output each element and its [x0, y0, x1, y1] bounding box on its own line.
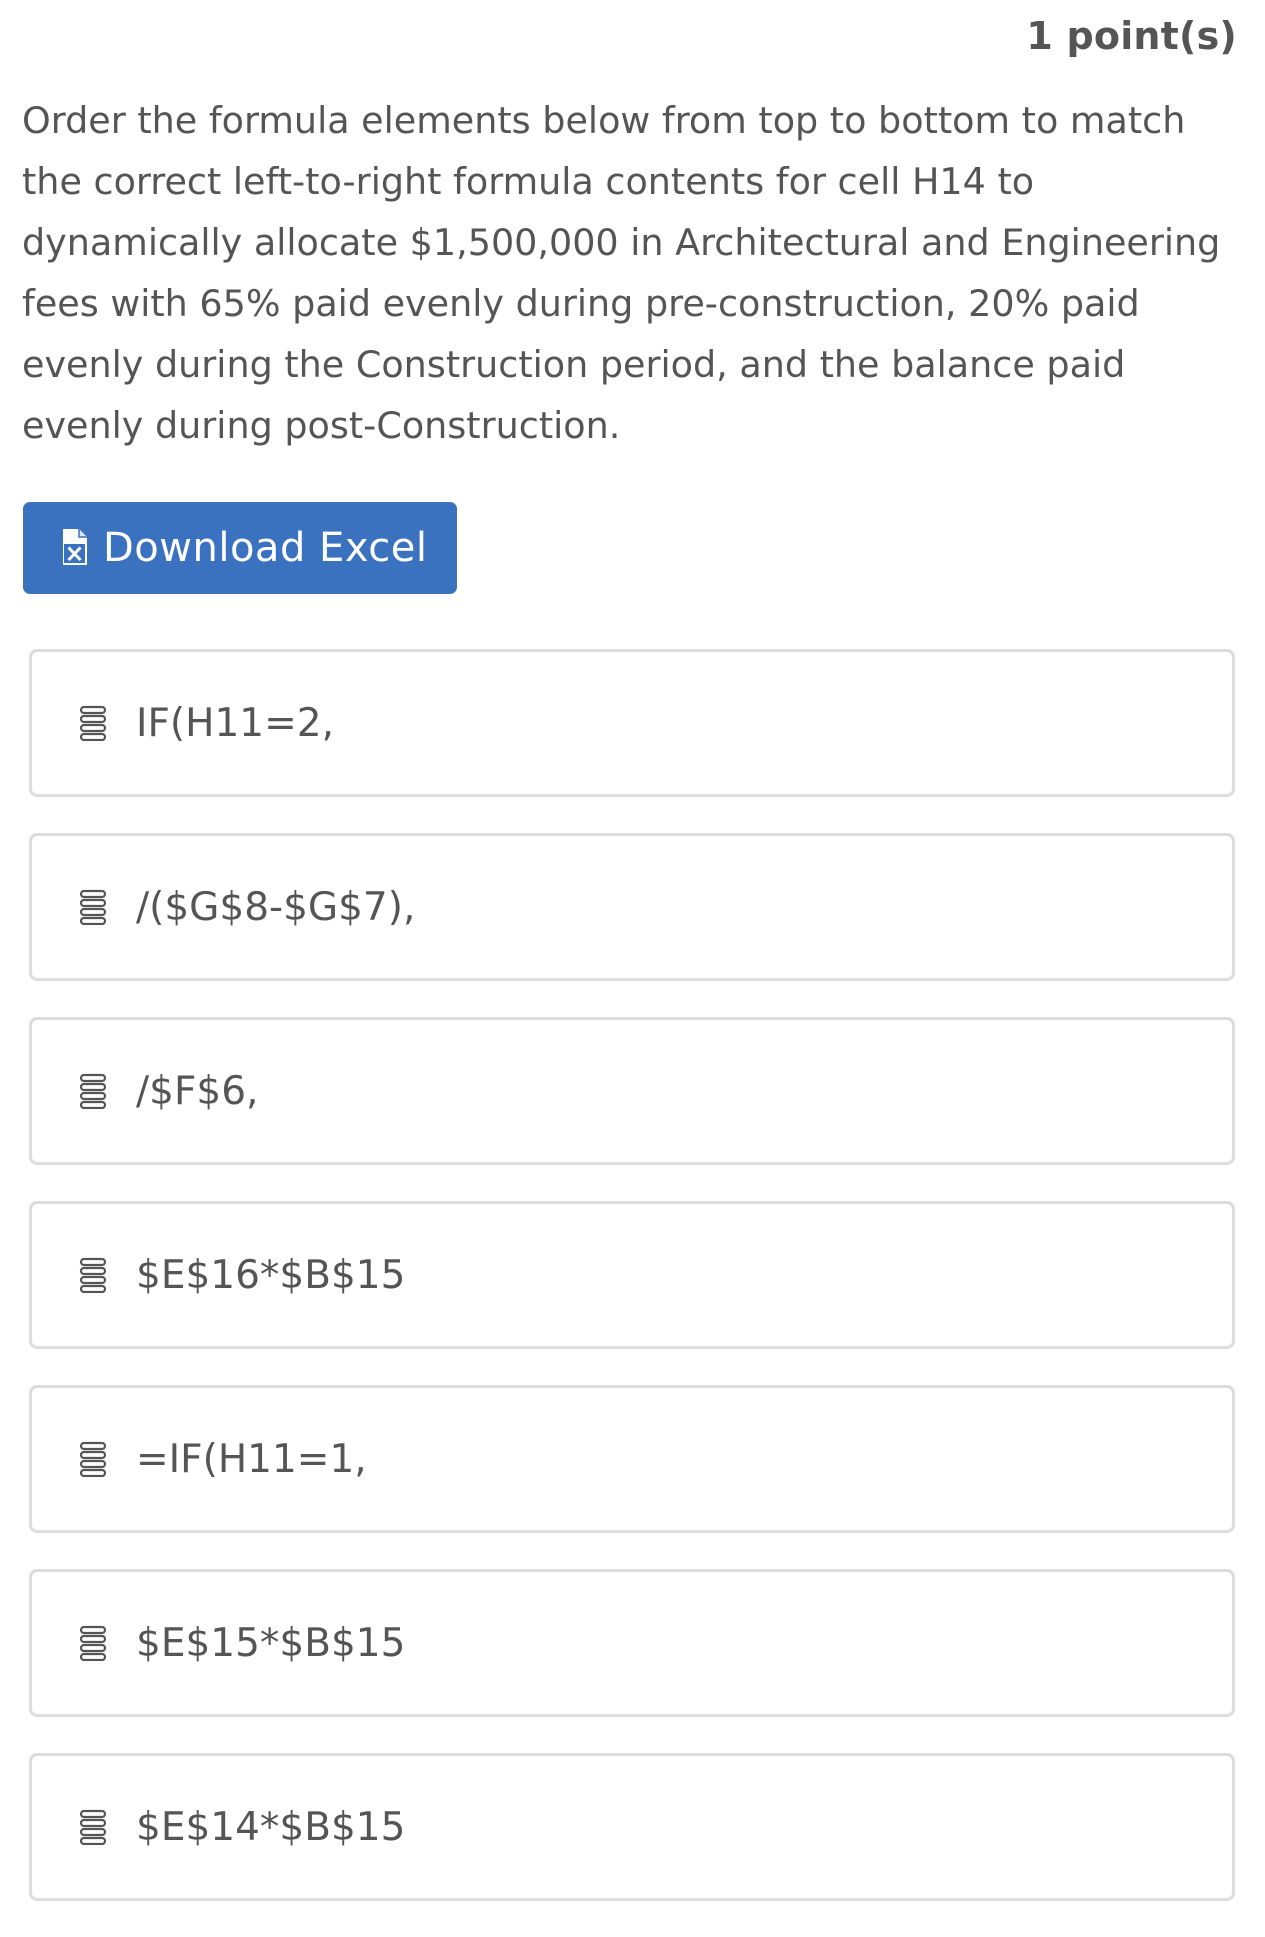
drag-handle-icon[interactable] — [78, 1073, 108, 1110]
item-label: =IF(H11=1, — [136, 1436, 367, 1482]
drag-handle-icon[interactable] — [78, 705, 108, 742]
drag-handle-icon[interactable] — [78, 1809, 108, 1846]
drag-handle-icon[interactable] — [78, 1441, 108, 1478]
sortable-item[interactable]: $E$16*$B$15 — [29, 1201, 1235, 1349]
sortable-item[interactable]: $E$15*$B$15 — [29, 1569, 1235, 1717]
sortable-item[interactable]: /$F$6, — [29, 1017, 1235, 1165]
drag-handle-icon[interactable] — [78, 1625, 108, 1662]
item-label: IF(H11=2, — [136, 700, 334, 746]
drag-handle-icon[interactable] — [78, 889, 108, 926]
item-label: /$F$6, — [136, 1068, 259, 1114]
item-label: $E$16*$B$15 — [136, 1252, 406, 1298]
download-excel-button[interactable]: Download Excel — [23, 502, 457, 594]
sortable-item[interactable]: IF(H11=2, — [29, 649, 1235, 797]
points-label: 1 point(s) — [1026, 14, 1237, 58]
sortable-item[interactable]: $E$14*$B$15 — [29, 1753, 1235, 1901]
sortable-item[interactable]: =IF(H11=1, — [29, 1385, 1235, 1533]
sortable-list: IF(H11=2, /($G$8-$G$7), /$F$6, $E$16*$B$… — [29, 649, 1235, 1937]
sortable-item[interactable]: /($G$8-$G$7), — [29, 833, 1235, 981]
download-excel-label: Download Excel — [103, 525, 428, 571]
item-label: /($G$8-$G$7), — [136, 884, 416, 930]
question-text: Order the formula elements below from to… — [22, 99, 1221, 447]
drag-handle-icon[interactable] — [78, 1257, 108, 1294]
item-label: $E$15*$B$15 — [136, 1620, 406, 1666]
item-label: $E$14*$B$15 — [136, 1804, 406, 1850]
excel-file-icon — [61, 527, 89, 567]
